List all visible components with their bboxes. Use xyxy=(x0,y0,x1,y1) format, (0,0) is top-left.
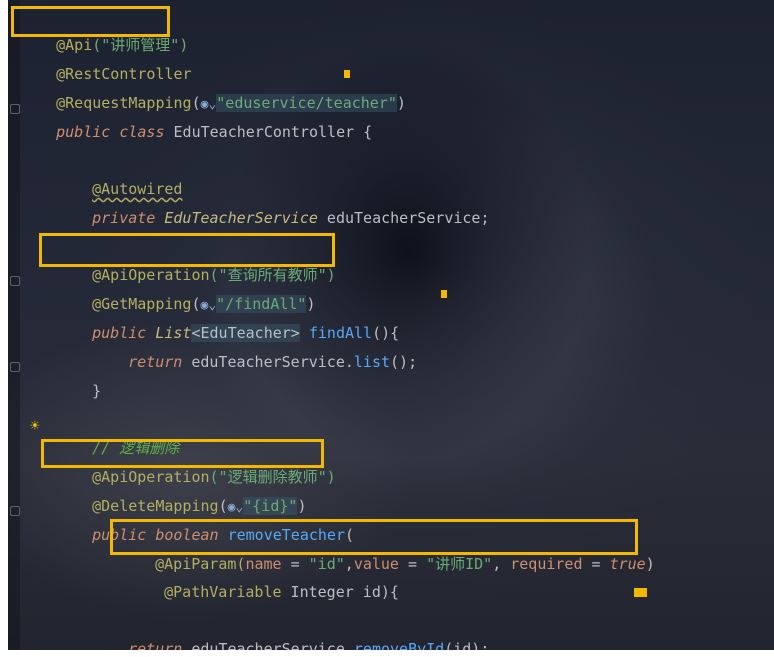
param-name: required xyxy=(510,555,583,573)
boolean-literal: true xyxy=(609,555,646,573)
string-literal: "讲师ID" xyxy=(426,555,493,573)
code-line[interactable]: } xyxy=(56,642,101,650)
code-line[interactable]: @PathVariable Integer id){ xyxy=(128,556,399,601)
code-line[interactable]: private EduTeacherService eduTeacherServ… xyxy=(56,182,489,227)
keyword: return xyxy=(128,640,183,650)
identifier: Integer id){ xyxy=(281,583,399,601)
fold-marker[interactable] xyxy=(10,506,20,516)
method-call: removeById xyxy=(353,640,445,650)
code-line[interactable]: @DeleteMapping(◉⌄"{id}") xyxy=(56,470,306,515)
closing-brace: } xyxy=(92,382,102,400)
lightbulb-icon[interactable]: ☀ xyxy=(30,416,40,435)
method-call: list xyxy=(353,353,391,371)
punctuation: (id); xyxy=(444,640,490,650)
annotation: @PathVariable xyxy=(164,583,282,601)
type-name: EduTeacherService xyxy=(164,209,318,227)
highlight-box xyxy=(11,6,170,37)
code-line[interactable]: public List<EduTeacher> findAll(){ xyxy=(56,297,399,342)
keyword: return xyxy=(128,353,183,371)
identifier: eduTeacherService; xyxy=(317,209,490,227)
fold-marker[interactable] xyxy=(10,362,20,372)
highlight-box xyxy=(110,519,638,555)
punctuation: , xyxy=(492,555,511,573)
paren: ) xyxy=(396,94,406,112)
caret-marker xyxy=(441,290,447,298)
code-line[interactable]: } xyxy=(56,355,101,400)
highlight-box xyxy=(39,233,335,267)
code-line[interactable]: @Autowired xyxy=(56,153,182,198)
code-line[interactable]: @GetMapping(◉⌄"/findAll") xyxy=(56,268,316,313)
code-line[interactable]: public class EduTeacherController { xyxy=(20,96,372,141)
editor-gutter[interactable] xyxy=(8,0,20,650)
keyword: public xyxy=(56,123,111,141)
operator: = xyxy=(582,555,610,573)
fold-marker[interactable] xyxy=(10,104,20,114)
code-line[interactable]: // 逻辑删除 xyxy=(56,412,179,457)
caret-marker xyxy=(344,70,350,78)
identifier: eduTeacherService. xyxy=(182,640,354,650)
identifier: eduTeacherService. xyxy=(182,353,354,371)
operator: = xyxy=(398,555,427,573)
caret-marker xyxy=(634,588,647,597)
code-line[interactable]: return eduTeacherService.list(); xyxy=(92,326,417,371)
fold-marker[interactable] xyxy=(10,276,20,286)
paren: ) xyxy=(645,555,655,573)
punctuation: (); xyxy=(390,353,418,371)
keyword: class xyxy=(119,123,165,141)
class-name: EduTeacherController { xyxy=(173,123,373,141)
keyword: private xyxy=(92,209,156,227)
highlight-box xyxy=(41,439,324,468)
code-line[interactable]: return eduTeacherService.removeById(id); xyxy=(92,613,489,650)
code-line[interactable]: @RestController xyxy=(20,38,191,83)
